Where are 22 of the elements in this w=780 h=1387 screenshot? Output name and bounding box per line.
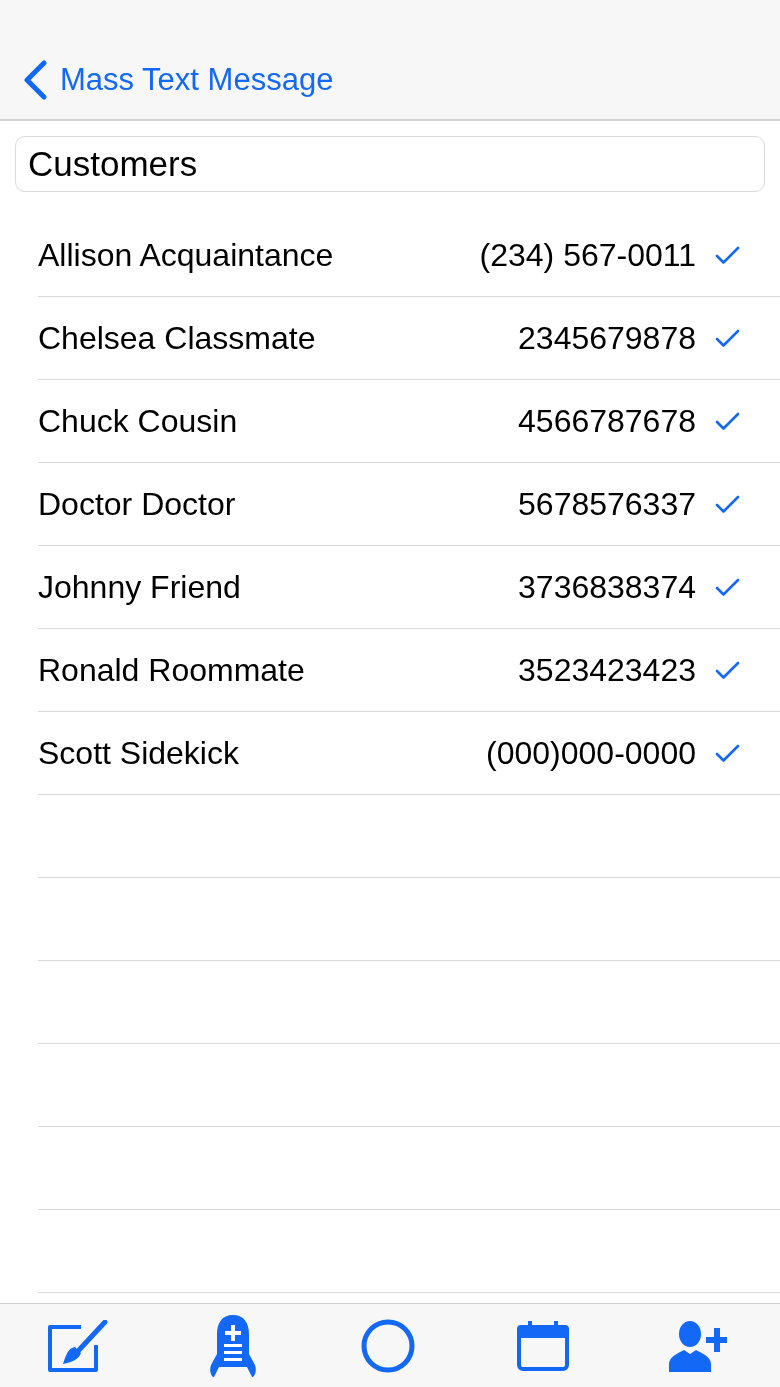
- contact-name: Chuck Cousin: [38, 402, 239, 440]
- compose-icon[interactable]: [47, 1319, 108, 1372]
- phone-number: (234) 567-0011: [479, 236, 696, 274]
- phone-number: (000)000-0000: [486, 734, 696, 772]
- chevron-left-icon: [22, 60, 48, 100]
- contact-name: Johnny Friend: [38, 568, 242, 606]
- add-person-icon[interactable]: [669, 1319, 728, 1372]
- back-button[interactable]: Mass Text Message: [20, 59, 338, 101]
- phone-number: 2345679878: [518, 319, 696, 357]
- input-field[interactable]: Customers: [15, 136, 765, 192]
- contact-name: Ronald Roommate: [38, 651, 306, 689]
- phone-number: 4566787678: [518, 402, 696, 440]
- calendar-icon[interactable]: [517, 1320, 570, 1371]
- phone-number: 5678576337: [518, 485, 696, 523]
- circle-icon[interactable]: [361, 1318, 415, 1373]
- phone-number: 3736838374: [518, 568, 696, 606]
- contact-name: Scott Sidekick: [38, 734, 240, 772]
- contact-name: Doctor Doctor: [38, 485, 237, 523]
- phone-number: 3523423423: [518, 651, 696, 689]
- contact-name: Allison Acquaintance: [38, 236, 335, 274]
- rocket-icon[interactable]: [208, 1313, 257, 1378]
- contact-name: Chelsea Classmate: [38, 319, 317, 357]
